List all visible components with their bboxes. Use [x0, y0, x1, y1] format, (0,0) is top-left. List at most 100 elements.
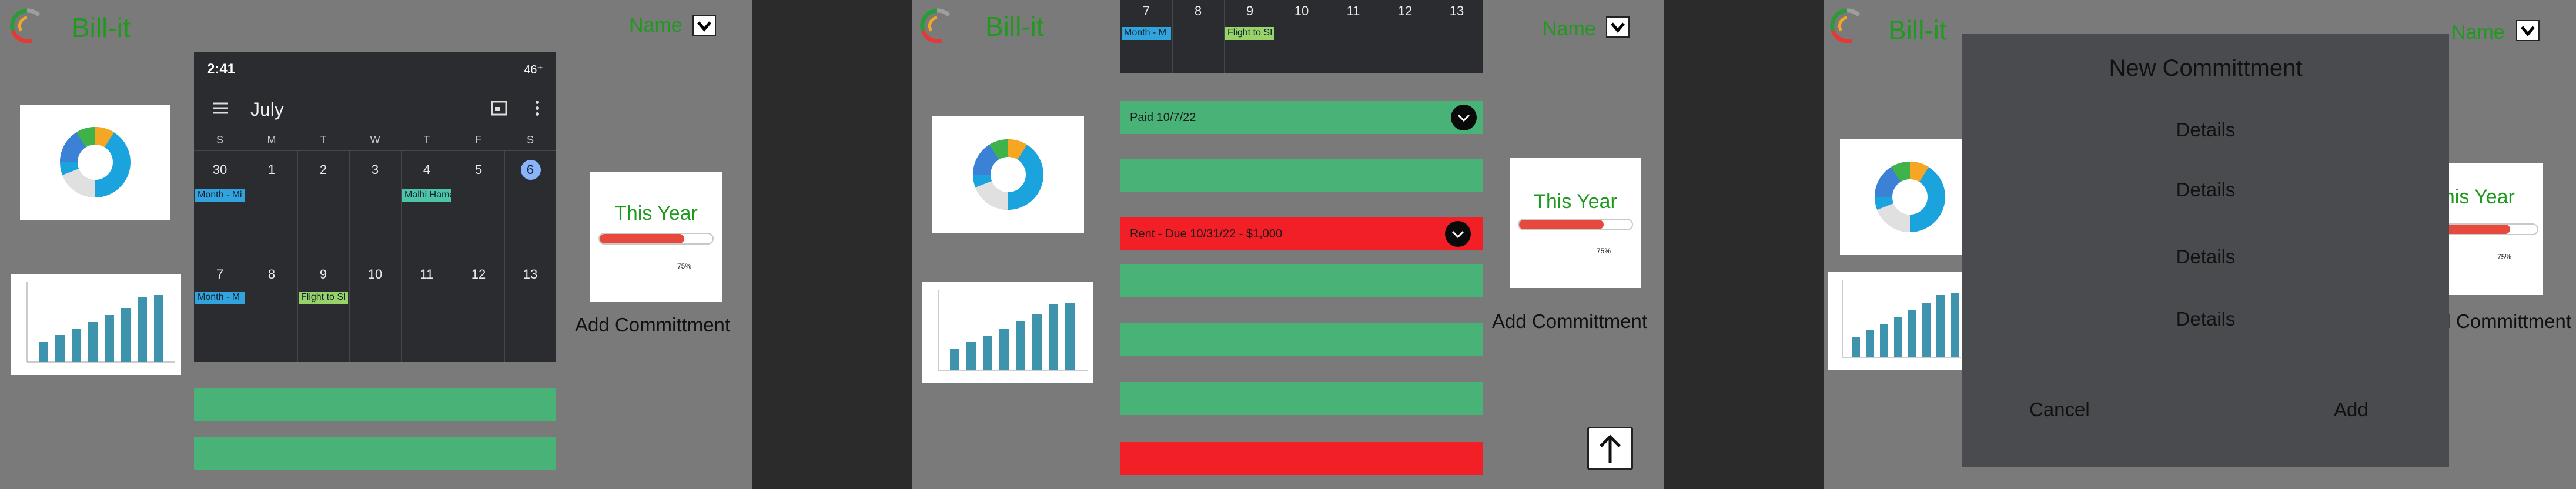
progress-percent: 75% [677, 262, 692, 270]
chevron-down-icon [1451, 230, 1464, 239]
details-field[interactable]: Details [1962, 246, 2449, 268]
status-signal: 46⁺ [524, 63, 543, 76]
this-year-card[interactable]: This Year 75% [1510, 158, 1641, 288]
calendar-event[interactable]: Flight to SI [299, 292, 348, 304]
calendar-day[interactable]: 9 [297, 267, 349, 282]
this-year-card[interactable]: This Year 75% [2427, 163, 2543, 295]
user-menu-dropdown[interactable] [1606, 16, 1630, 38]
donut-chart-thumbnail[interactable] [932, 116, 1084, 233]
donut-chart [972, 139, 1043, 210]
commitment-row[interactable] [194, 437, 556, 470]
progress-percent: 75% [2497, 253, 2512, 261]
app-title: Bill-it [985, 11, 1044, 42]
calendar-day[interactable]: 30 [194, 162, 246, 177]
donut-chart-thumbnail[interactable] [1840, 139, 1980, 255]
user-menu-dropdown[interactable] [2516, 20, 2540, 41]
donut-chart-thumbnail[interactable] [20, 105, 170, 220]
calendar-day[interactable]: 8 [1172, 4, 1224, 19]
calendar-day[interactable]: 2 [297, 162, 349, 177]
add-commitment-button[interactable]: Add Committment [575, 314, 730, 336]
commitment-row[interactable] [1120, 323, 1483, 356]
commitment-row-label: Paid 10/7/22 [1130, 111, 1196, 124]
calendar-day[interactable]: 5 [453, 162, 504, 177]
app-title: Bill-it [72, 12, 131, 43]
calendar-event[interactable]: Month - M [1122, 27, 1171, 40]
row-expand-button[interactable] [1451, 105, 1477, 130]
calendar-day[interactable]: 8 [246, 267, 297, 282]
commitment-row[interactable] [1120, 442, 1483, 475]
screen-commitment-list: Bill-it Name 7 8 9 10 11 12 13 Month - M… [912, 0, 1664, 489]
bar-chart-thumbnail[interactable] [922, 282, 1093, 383]
commitment-row[interactable] [1120, 382, 1483, 415]
status-time: 2:41 [207, 61, 236, 77]
calendar-day[interactable]: 13 [1431, 4, 1483, 19]
weekday-header: M [267, 134, 276, 146]
cancel-button[interactable]: Cancel [2029, 398, 2090, 421]
calendar-grid-line [194, 150, 556, 151]
modal-title: New Committment [2109, 55, 2303, 81]
screen-divider [752, 0, 912, 489]
add-button[interactable]: Add [2334, 398, 2368, 421]
user-menu-label[interactable]: Name [2451, 21, 2505, 44]
calendar-day[interactable]: 9 [1224, 4, 1276, 19]
calendar-view-scrolled: 7 8 9 10 11 12 13 Month - M Flight to SI [1120, 0, 1483, 73]
screen-home-calendar: Bill-it Name 2:41 46⁺ July S M T W T F S… [0, 0, 752, 489]
logo-icon [1830, 8, 1861, 43]
calendar-day[interactable]: 7 [1120, 4, 1172, 19]
calendar-day-today[interactable]: 6 [504, 162, 556, 177]
calendar-grid-line [401, 150, 402, 362]
bar-chart-thumbnail[interactable] [1828, 272, 1963, 370]
calendar-month[interactable]: July [250, 99, 284, 120]
user-menu-label[interactable]: Name [629, 14, 683, 37]
calendar-day[interactable]: 4 [401, 162, 453, 177]
calendar-day[interactable]: 12 [453, 267, 504, 282]
user-menu-dropdown[interactable] [692, 15, 716, 36]
calendar-grid-line [504, 150, 505, 362]
more-vert-icon[interactable] [534, 99, 541, 118]
logo-icon [10, 8, 41, 43]
calendar-event[interactable]: Month - Mi [195, 189, 245, 202]
calendar-view: 2:41 46⁺ July S M T W T F S 30 1 2 3 4 5… [194, 52, 556, 362]
weekday-header: F [475, 134, 482, 146]
progress-bar [598, 233, 714, 244]
arrow-up-icon [1600, 434, 1621, 463]
new-commitment-modal: New Committment Details Details Details … [1962, 34, 2449, 467]
calendar-grid-line [1172, 0, 1173, 73]
calendar-day[interactable]: 11 [1327, 4, 1379, 19]
progress-fill [600, 234, 684, 243]
this-year-card[interactable]: This Year 75% [590, 172, 722, 302]
weekday-header: S [216, 134, 223, 146]
calendar-day[interactable]: 3 [349, 162, 401, 177]
scroll-to-top-button[interactable] [1587, 427, 1633, 470]
commitment-row[interactable] [1120, 159, 1483, 192]
hamburger-menu-icon[interactable] [212, 101, 229, 115]
commitment-row-label: Rent - Due 10/31/22 - $1,000 [1130, 227, 1283, 240]
details-field[interactable]: Details [1962, 179, 2449, 201]
user-menu-label[interactable]: Name [1543, 18, 1596, 41]
commitment-row-due[interactable]: Rent - Due 10/31/22 - $1,000 [1120, 217, 1483, 250]
row-expand-button[interactable] [1445, 221, 1471, 247]
details-field[interactable]: Details [1962, 308, 2449, 330]
add-commitment-button[interactable]: Add Committment [1492, 310, 1647, 333]
calendar-day[interactable]: 1 [246, 162, 297, 177]
commitment-row[interactable] [1120, 264, 1483, 297]
commitment-row[interactable] [194, 388, 556, 421]
calendar-day[interactable]: 12 [1379, 4, 1431, 19]
calendar-day[interactable]: 10 [1276, 4, 1327, 19]
bar-chart [26, 282, 175, 363]
calendar-icon[interactable] [490, 99, 508, 116]
calendar-event[interactable]: Flight to SI [1225, 27, 1274, 40]
calendar-grid-line [349, 150, 350, 362]
details-field[interactable]: Details [1962, 119, 2449, 141]
calendar-day[interactable]: 7 [194, 267, 246, 282]
calendar-event[interactable]: Month - M [195, 292, 245, 304]
bar-chart [938, 290, 1088, 371]
calendar-event[interactable]: Malhi Hama [402, 189, 451, 202]
calendar-day[interactable]: 11 [401, 267, 453, 282]
bar-chart-thumbnail[interactable] [11, 274, 181, 375]
calendar-day[interactable]: 13 [504, 267, 556, 282]
calendar-grid-line [297, 150, 298, 362]
this-year-title: This Year [614, 202, 698, 225]
commitment-row-paid[interactable]: Paid 10/7/22 [1120, 101, 1483, 134]
calendar-day[interactable]: 10 [349, 267, 401, 282]
